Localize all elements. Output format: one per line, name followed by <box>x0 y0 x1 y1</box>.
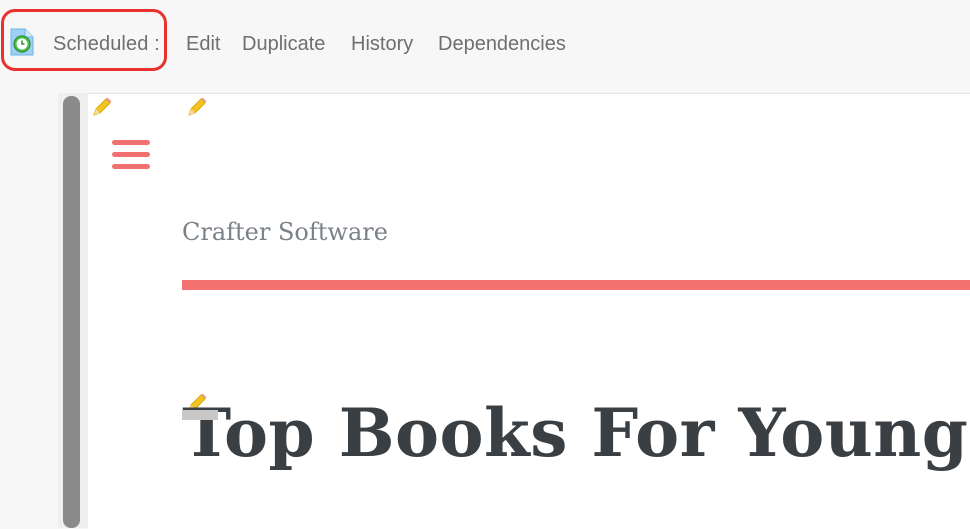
page-toolbar: Scheduled : Edit Duplicate History Depen… <box>0 0 970 88</box>
duplicate-link[interactable]: Duplicate <box>242 33 325 56</box>
history-link[interactable]: History <box>351 33 413 56</box>
status-label: Scheduled : <box>53 33 160 55</box>
pencil-icon[interactable] <box>186 96 208 118</box>
edit-link[interactable]: Edit <box>186 33 220 56</box>
site-title: Crafter Software <box>182 218 388 246</box>
scheduled-file-icon <box>10 28 34 56</box>
page-preview: Crafter Software Top Books For Young <box>88 93 970 529</box>
scrollbar[interactable] <box>63 96 80 528</box>
hero-title: Top Books For Young <box>182 394 969 472</box>
dependencies-link[interactable]: Dependencies <box>438 33 566 56</box>
accent-divider <box>182 280 970 290</box>
hamburger-menu-icon[interactable] <box>112 140 152 174</box>
edit-zone-marker <box>182 410 218 420</box>
pencil-icon[interactable] <box>91 96 113 118</box>
